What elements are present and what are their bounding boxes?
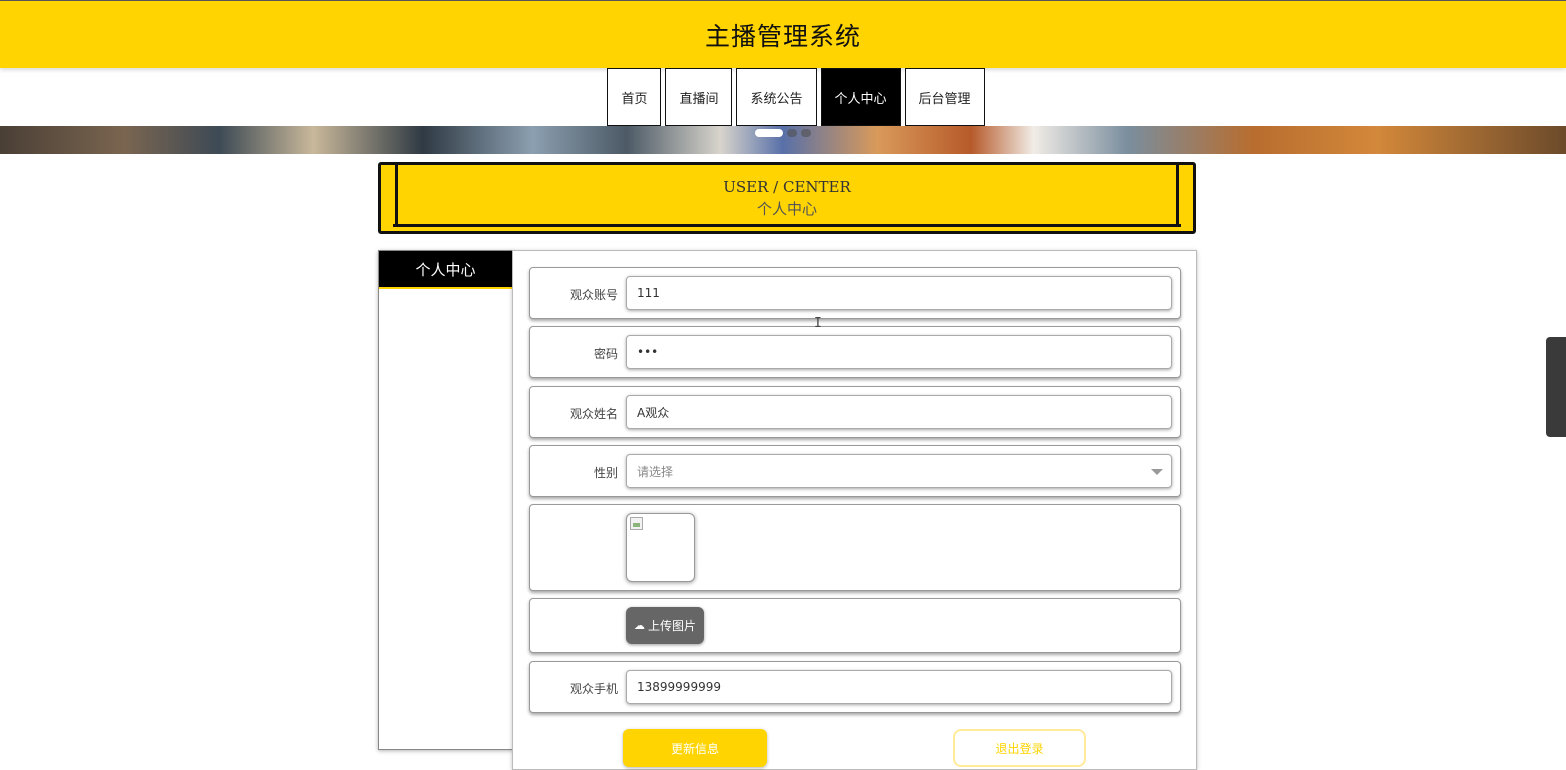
nav-item-user-center[interactable]: 个人中心 [820, 68, 901, 126]
top-header: 主播管理系统 [0, 0, 1566, 68]
sidebar-item-user-center[interactable]: 个人中心 [379, 251, 512, 289]
section-header-rule [393, 224, 1181, 227]
sidebar: 个人中心 [378, 250, 513, 750]
cloud-upload-icon: ☁ [633, 619, 645, 632]
text-cursor-icon: I [814, 316, 822, 331]
carousel-dot-1[interactable] [755, 129, 783, 137]
site-title: 主播管理系统 [704, 21, 861, 51]
section-title-cn: 个人中心 [756, 199, 817, 218]
carousel-indicators [755, 129, 811, 137]
update-info-button[interactable]: 更新信息 [623, 729, 767, 767]
password-label: 密码 [593, 347, 618, 361]
upload-image-button[interactable]: ☁ 上传图片 [626, 607, 704, 644]
nav-item-live-room[interactable]: 直播间 [665, 68, 733, 126]
section-title-en: USER / CENTER [723, 177, 851, 196]
main-nav: 首页 直播间 系统公告 个人中心 后台管理 [0, 68, 1566, 126]
nav-item-announcements[interactable]: 系统公告 [736, 68, 817, 126]
form-row-name: 观众姓名 A观众 [529, 386, 1181, 438]
gender-select-placeholder: 请选择 [637, 464, 674, 479]
gender-label: 性别 [593, 466, 618, 480]
account-input[interactable]: 111 [626, 276, 1172, 310]
account-label: 观众账号 [569, 288, 618, 302]
side-float-toggle[interactable] [1546, 337, 1566, 437]
form-row-account: 观众账号 111 [529, 267, 1181, 319]
form-row-phone: 观众手机 13899999999 [529, 661, 1181, 713]
nav-item-home[interactable]: 首页 [607, 68, 662, 126]
logout-button[interactable]: 退出登录 [953, 729, 1086, 767]
upload-image-label: 上传图片 [647, 619, 696, 633]
banner-carousel [0, 126, 1566, 154]
phone-label: 观众手机 [569, 682, 618, 696]
carousel-dot-2[interactable] [787, 129, 797, 137]
gender-select[interactable]: 请选择 [626, 454, 1172, 488]
nav-item-admin[interactable]: 后台管理 [904, 68, 985, 126]
avatar-preview [626, 513, 695, 582]
carousel-dot-3[interactable] [801, 129, 811, 137]
chevron-down-icon [1151, 469, 1163, 475]
password-input[interactable]: ••• [626, 335, 1172, 369]
name-label: 观众姓名 [569, 407, 618, 421]
form-row-avatar [529, 504, 1181, 591]
broken-image-icon [630, 517, 643, 530]
name-input[interactable]: A观众 [626, 395, 1172, 429]
section-header: USER / CENTER 个人中心 [378, 162, 1196, 234]
form-row-upload: ☁ 上传图片 [529, 598, 1181, 653]
phone-input[interactable]: 13899999999 [626, 670, 1172, 704]
profile-form-panel: 观众账号 111 密码 ••• 观众姓名 A观众 性别 请选择 ☁ 上传图片 观… [512, 250, 1197, 770]
form-row-password: 密码 ••• [529, 326, 1181, 378]
form-row-gender: 性别 请选择 [529, 445, 1181, 497]
